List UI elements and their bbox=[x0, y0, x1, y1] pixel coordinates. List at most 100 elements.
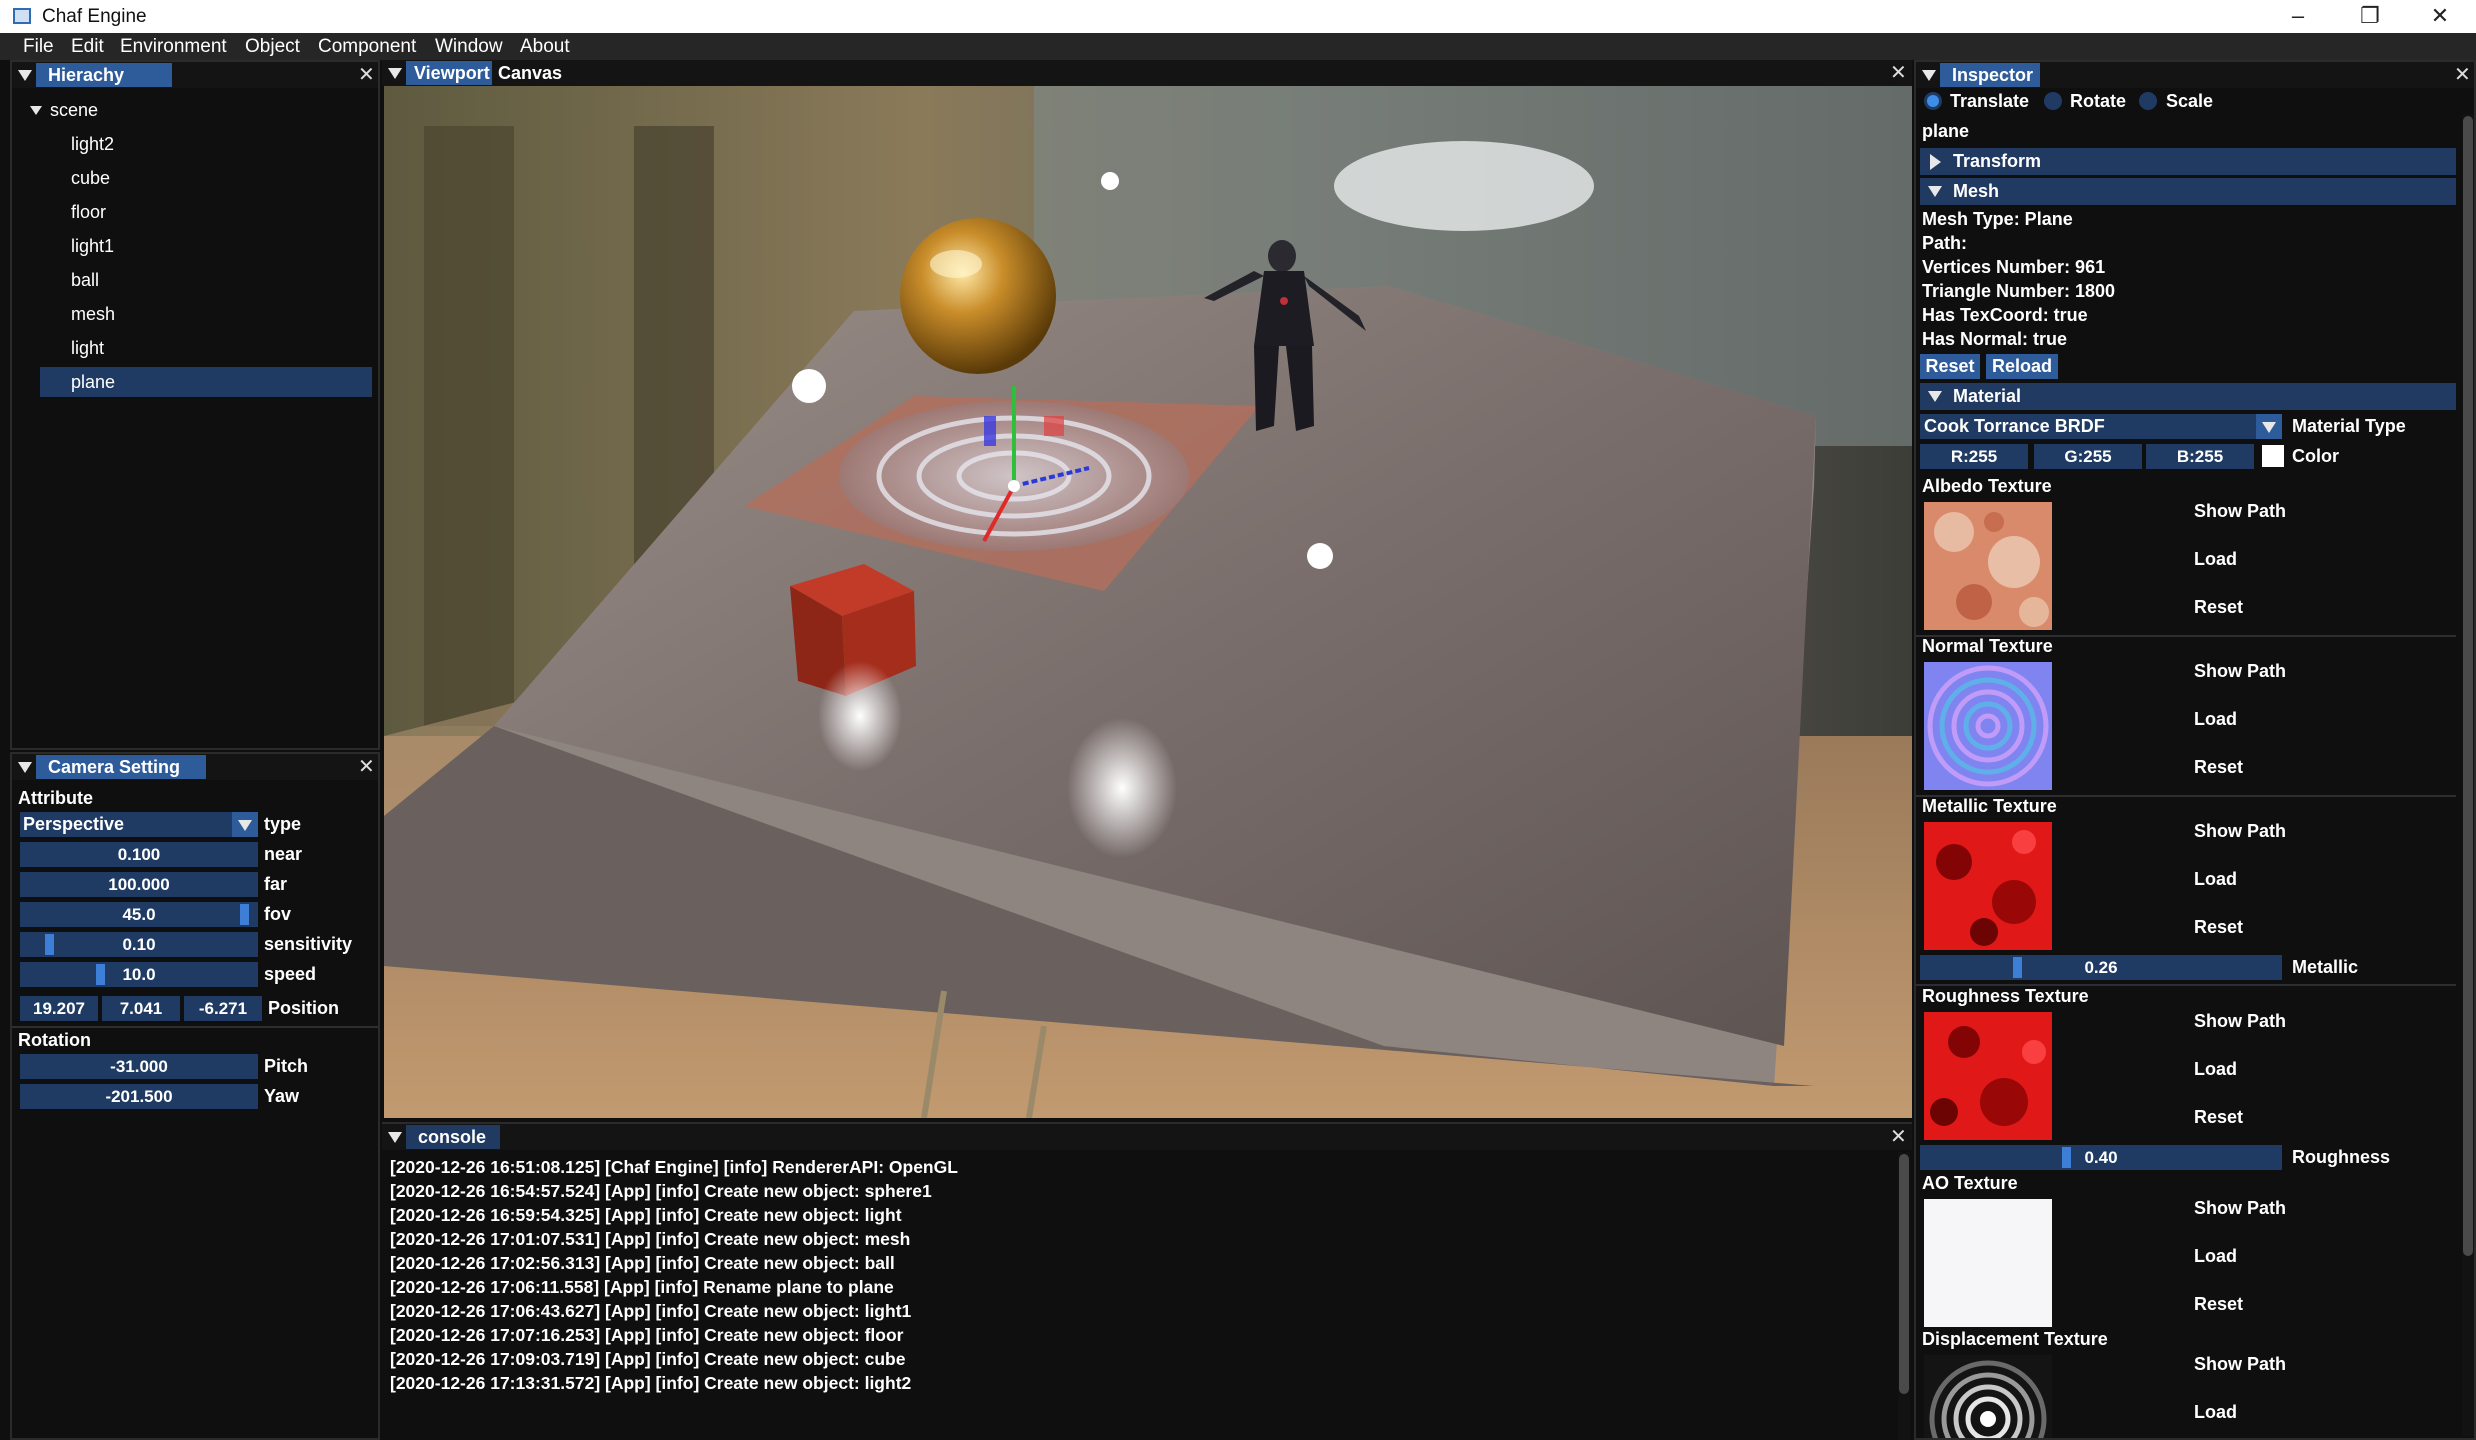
displacement-texture-preview[interactable] bbox=[1924, 1355, 2052, 1438]
normal-reset-button[interactable]: Reset bbox=[2194, 757, 2243, 778]
fov-label: fov bbox=[264, 904, 291, 924]
inspector-scroll-thumb[interactable] bbox=[2463, 116, 2473, 1256]
metallic-reset-button[interactable]: Reset bbox=[2194, 917, 2243, 938]
tab-viewport[interactable]: Viewport bbox=[406, 61, 492, 85]
normal-texture-preview[interactable] bbox=[1924, 662, 2052, 790]
menu-about[interactable]: About bbox=[520, 36, 570, 58]
console-scrollbar[interactable] bbox=[1898, 1152, 1910, 1440]
mesh-reset-button[interactable]: Reset bbox=[1920, 354, 1980, 379]
roughness-show-path-button[interactable]: Show Path bbox=[2194, 1011, 2286, 1032]
displacement-load-button[interactable]: Load bbox=[2194, 1402, 2237, 1423]
tree-item-floor[interactable]: floor bbox=[71, 202, 106, 223]
triangle-down-icon[interactable] bbox=[30, 106, 42, 115]
scale-label[interactable]: Scale bbox=[2166, 91, 2213, 112]
sensitivity-slider[interactable]: 0.10 bbox=[20, 932, 258, 957]
menu-window[interactable]: Window bbox=[435, 36, 503, 58]
radio-scale[interactable] bbox=[2139, 92, 2157, 110]
roughness-reset-button[interactable]: Reset bbox=[2194, 1107, 2243, 1128]
color-g-field[interactable]: G:255 bbox=[2034, 444, 2142, 469]
metallic-texture-preview[interactable] bbox=[1924, 822, 2052, 950]
scene-view[interactable] bbox=[384, 86, 1912, 1118]
ao-load-button[interactable]: Load bbox=[2194, 1246, 2237, 1267]
restore-button[interactable]: ❐ bbox=[2334, 0, 2406, 33]
normal-load-button[interactable]: Load bbox=[2194, 709, 2237, 730]
albedo-reset-button[interactable]: Reset bbox=[2194, 597, 2243, 618]
triangle-down-icon[interactable] bbox=[388, 68, 402, 79]
displacement-show-path-button[interactable]: Show Path bbox=[2194, 1354, 2286, 1375]
roughness-texture-label: Roughness Texture bbox=[1922, 986, 2089, 1006]
normal-show-path-button[interactable]: Show Path bbox=[2194, 661, 2286, 682]
dropdown-button[interactable] bbox=[232, 812, 258, 837]
position-z-field[interactable]: -6.271 bbox=[184, 996, 262, 1021]
tree-item-light1[interactable]: light1 bbox=[71, 236, 114, 257]
close-window-button[interactable]: ✕ bbox=[2404, 0, 2476, 33]
material-header[interactable]: Material bbox=[1920, 383, 2456, 410]
tab-canvas[interactable]: Canvas bbox=[498, 61, 562, 85]
roughness-texture-preview[interactable] bbox=[1924, 1012, 2052, 1140]
yaw-field[interactable]: -201.500 bbox=[20, 1084, 258, 1109]
tree-item-ball[interactable]: ball bbox=[71, 270, 99, 291]
tree-item-light[interactable]: light bbox=[71, 338, 104, 359]
close-icon[interactable]: ✕ bbox=[358, 65, 375, 85]
menu-edit[interactable]: Edit bbox=[71, 36, 104, 58]
menu-file[interactable]: File bbox=[23, 36, 54, 58]
metallic-slider[interactable]: 0.26 bbox=[1920, 955, 2282, 980]
menu-component[interactable]: Component bbox=[318, 36, 416, 58]
console-scroll-thumb[interactable] bbox=[1899, 1154, 1909, 1394]
color-swatch[interactable] bbox=[2262, 445, 2284, 467]
menu-object[interactable]: Object bbox=[245, 36, 300, 58]
mesh-header[interactable]: Mesh bbox=[1920, 178, 2456, 205]
triangle-down-icon[interactable] bbox=[18, 70, 32, 81]
close-icon[interactable]: ✕ bbox=[1890, 63, 1907, 83]
menu-environment[interactable]: Environment bbox=[120, 36, 227, 58]
albedo-show-path-button[interactable]: Show Path bbox=[2194, 501, 2286, 522]
near-field[interactable]: 0.100 bbox=[20, 842, 258, 867]
far-field[interactable]: 100.000 bbox=[20, 872, 258, 897]
tab-inspector[interactable]: Inspector bbox=[1940, 63, 2040, 87]
roughness-load-button[interactable]: Load bbox=[2194, 1059, 2237, 1080]
albedo-load-button[interactable]: Load bbox=[2194, 549, 2237, 570]
speed-slider[interactable]: 10.0 bbox=[20, 962, 258, 987]
metallic-show-path-button[interactable]: Show Path bbox=[2194, 821, 2286, 842]
minimize-button[interactable]: – bbox=[2262, 0, 2334, 33]
tab-console[interactable]: console bbox=[406, 1125, 500, 1149]
color-r-field[interactable]: R:255 bbox=[1920, 444, 2028, 469]
position-x-field[interactable]: 19.207 bbox=[20, 996, 98, 1021]
tab-hierarchy[interactable]: Hierachy bbox=[36, 63, 172, 87]
pitch-field[interactable]: -31.000 bbox=[20, 1054, 258, 1079]
tree-item-mesh[interactable]: mesh bbox=[71, 304, 115, 325]
rotate-label[interactable]: Rotate bbox=[2070, 91, 2126, 112]
dropdown-button[interactable] bbox=[2256, 414, 2282, 439]
color-b-field[interactable]: B:255 bbox=[2146, 444, 2254, 469]
position-y-field[interactable]: 7.041 bbox=[102, 996, 180, 1021]
tree-item-cube[interactable]: cube bbox=[71, 168, 110, 189]
translate-label[interactable]: Translate bbox=[1950, 91, 2029, 112]
metallic-load-button[interactable]: Load bbox=[2194, 869, 2237, 890]
ao-reset-button[interactable]: Reset bbox=[2194, 1294, 2243, 1315]
tab-camera-setting[interactable]: Camera Setting bbox=[36, 755, 206, 779]
close-icon[interactable]: ✕ bbox=[358, 757, 375, 777]
close-icon[interactable]: ✕ bbox=[1890, 1127, 1907, 1147]
close-icon[interactable]: ✕ bbox=[2454, 65, 2471, 85]
tree-item-scene[interactable]: scene bbox=[50, 100, 98, 121]
object-name-field[interactable]: plane bbox=[1922, 121, 2458, 142]
triangle-down-icon[interactable] bbox=[18, 762, 32, 773]
inspector-scrollbar[interactable] bbox=[2462, 114, 2474, 1436]
albedo-texture-preview[interactable] bbox=[1924, 502, 2052, 630]
ao-show-path-button[interactable]: Show Path bbox=[2194, 1198, 2286, 1219]
camera-type-select[interactable]: Perspective bbox=[20, 812, 258, 837]
radio-translate[interactable] bbox=[1924, 92, 1942, 110]
material-type-select[interactable]: Cook Torrance BRDF bbox=[1920, 414, 2282, 439]
triangle-down-icon[interactable] bbox=[1922, 70, 1936, 81]
mesh-reload-button[interactable]: Reload bbox=[1986, 354, 2058, 379]
ao-texture-preview[interactable] bbox=[1924, 1199, 2052, 1327]
radio-rotate[interactable] bbox=[2044, 92, 2062, 110]
roughness-slider[interactable]: 0.40 bbox=[1920, 1145, 2282, 1170]
triangle-down-icon[interactable] bbox=[388, 1132, 402, 1143]
transform-header[interactable]: Transform bbox=[1920, 148, 2456, 175]
has-texcoord-text: Has TexCoord: true bbox=[1922, 305, 2088, 325]
console-line: [2020-12-26 17:06:11.558] [App] [info] R… bbox=[390, 1277, 894, 1297]
tree-item-plane[interactable]: plane bbox=[71, 372, 115, 393]
tree-item-light2[interactable]: light2 bbox=[71, 134, 114, 155]
fov-slider[interactable]: 45.0 bbox=[20, 902, 258, 927]
